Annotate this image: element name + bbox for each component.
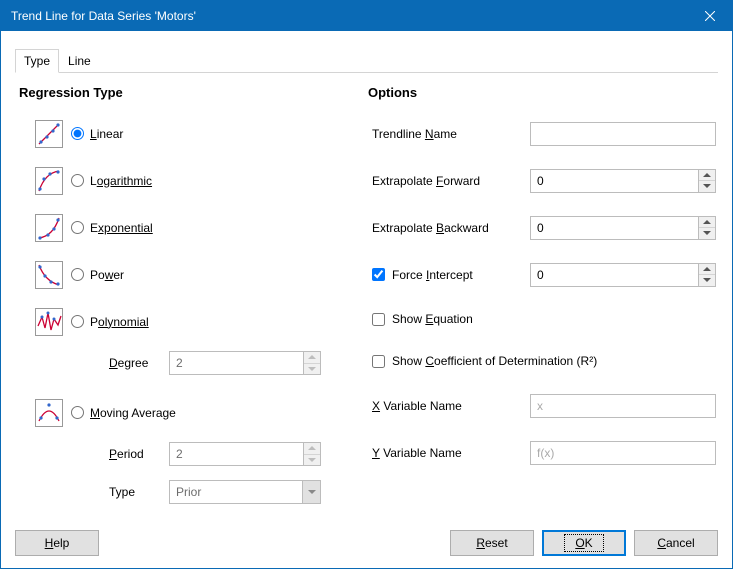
ma-type-field: Type Prior: [109, 480, 366, 504]
degree-spinner: [169, 351, 321, 375]
show-r2-checkbox[interactable]: [372, 355, 385, 368]
extrap-backward-input[interactable]: [531, 217, 698, 239]
extrap-backward-spinner[interactable]: [530, 216, 716, 240]
options-header: Options: [368, 85, 716, 100]
tab-type[interactable]: Type: [15, 49, 59, 73]
show-r2-label[interactable]: Show Coefficient of Determination (R²): [392, 354, 597, 368]
regression-linear-row: Linear: [35, 110, 366, 157]
yvar-label: Y Variable Name: [372, 446, 530, 460]
regression-ma-label[interactable]: Moving Average: [90, 406, 176, 420]
extrap-forward-label: Extrapolate Forward: [372, 174, 530, 188]
close-button[interactable]: [687, 1, 732, 31]
extrap-forward-up[interactable]: [699, 170, 715, 182]
help-button[interactable]: Help: [15, 530, 99, 556]
extrap-forward-input[interactable]: [531, 170, 698, 192]
force-intercept-down[interactable]: [699, 275, 715, 286]
regression-power-row: Power: [35, 251, 366, 298]
regression-log-row: Logarithmic: [35, 157, 366, 204]
trendline-name-label: Trendline Name: [372, 127, 530, 141]
xvar-input[interactable]: [530, 394, 716, 418]
regression-poly-label[interactable]: Polynomial: [90, 315, 149, 329]
force-intercept-input[interactable]: [531, 264, 698, 286]
degree-label: Degree: [109, 356, 169, 370]
polynomial-icon: [35, 308, 63, 336]
tab-line[interactable]: Line: [59, 49, 100, 73]
tab-bar: Type Line: [15, 49, 718, 73]
options-section: Options Trendline Name Extrapolate Forwa…: [366, 85, 716, 518]
show-equation-checkbox[interactable]: [372, 313, 385, 326]
show-equation-row: Show Equation: [372, 298, 716, 340]
regression-power-label[interactable]: Power: [90, 268, 124, 282]
regression-poly-row: Polynomial: [35, 298, 366, 345]
yvar-input[interactable]: [530, 441, 716, 465]
chevron-down-icon: [302, 481, 320, 503]
period-down: [304, 455, 320, 466]
ma-type-label: Type: [109, 485, 169, 499]
trendline-name-input[interactable]: [530, 122, 716, 146]
cancel-button[interactable]: Cancel: [634, 530, 718, 556]
extrap-backward-up[interactable]: [699, 217, 715, 229]
degree-field: Degree: [109, 351, 366, 375]
period-label: Period: [109, 447, 169, 461]
xvar-label: X Variable Name: [372, 399, 530, 413]
reset-button[interactable]: Reset: [450, 530, 534, 556]
regression-log-label[interactable]: Logarithmic: [90, 174, 152, 188]
ma-type-value: Prior: [176, 485, 201, 499]
regression-exp-label[interactable]: Exponential: [90, 221, 153, 235]
regression-linear-radio[interactable]: [71, 127, 84, 140]
period-input: [170, 443, 303, 465]
force-intercept-label-group: Force Intercept: [372, 268, 530, 282]
regression-ma-row: Moving Average: [35, 389, 366, 436]
moving-average-icon: [35, 399, 63, 427]
regression-exp-radio[interactable]: [71, 221, 84, 234]
regression-ma-radio[interactable]: [71, 406, 84, 419]
force-intercept-spinner[interactable]: [530, 263, 716, 287]
titlebar: Trend Line for Data Series 'Motors': [1, 1, 732, 31]
force-intercept-row: Force Intercept: [372, 251, 716, 298]
extrap-forward-down[interactable]: [699, 181, 715, 192]
extrap-backward-down[interactable]: [699, 228, 715, 239]
ok-button[interactable]: OK: [542, 530, 626, 556]
logarithmic-icon: [35, 167, 63, 195]
close-icon: [705, 11, 715, 21]
dialog-buttons: Help Reset OK Cancel: [0, 530, 733, 556]
extrap-forward-spinner[interactable]: [530, 169, 716, 193]
regression-type-header: Regression Type: [19, 85, 366, 100]
force-intercept-checkbox[interactable]: [372, 268, 385, 281]
extrap-forward-row: Extrapolate Forward: [372, 157, 716, 204]
linear-icon: [35, 120, 63, 148]
window-title: Trend Line for Data Series 'Motors': [11, 9, 196, 23]
degree-input: [170, 352, 303, 374]
extrap-backward-row: Extrapolate Backward: [372, 204, 716, 251]
period-up: [304, 443, 320, 455]
trendline-name-row: Trendline Name: [372, 110, 716, 157]
yvar-row: Y Variable Name: [372, 429, 716, 476]
show-equation-label[interactable]: Show Equation: [392, 312, 473, 326]
regression-linear-label[interactable]: Linear: [90, 127, 123, 141]
degree-up: [304, 352, 320, 364]
ma-type-select: Prior: [169, 480, 321, 504]
xvar-row: X Variable Name: [372, 382, 716, 429]
regression-poly-radio[interactable]: [71, 315, 84, 328]
regression-type-section: Regression Type Linear Logarithmic Expon…: [17, 85, 366, 518]
regression-power-radio[interactable]: [71, 268, 84, 281]
period-spinner: [169, 442, 321, 466]
exponential-icon: [35, 214, 63, 242]
regression-exp-row: Exponential: [35, 204, 366, 251]
extrap-backward-label: Extrapolate Backward: [372, 221, 530, 235]
tab-content: Regression Type Linear Logarithmic Expon…: [1, 73, 732, 518]
degree-down: [304, 364, 320, 375]
power-icon: [35, 261, 63, 289]
period-field: Period: [109, 442, 366, 466]
force-intercept-up[interactable]: [699, 264, 715, 276]
regression-log-radio[interactable]: [71, 174, 84, 187]
force-intercept-label[interactable]: Force Intercept: [392, 268, 473, 282]
show-r2-row: Show Coefficient of Determination (R²): [372, 340, 716, 382]
